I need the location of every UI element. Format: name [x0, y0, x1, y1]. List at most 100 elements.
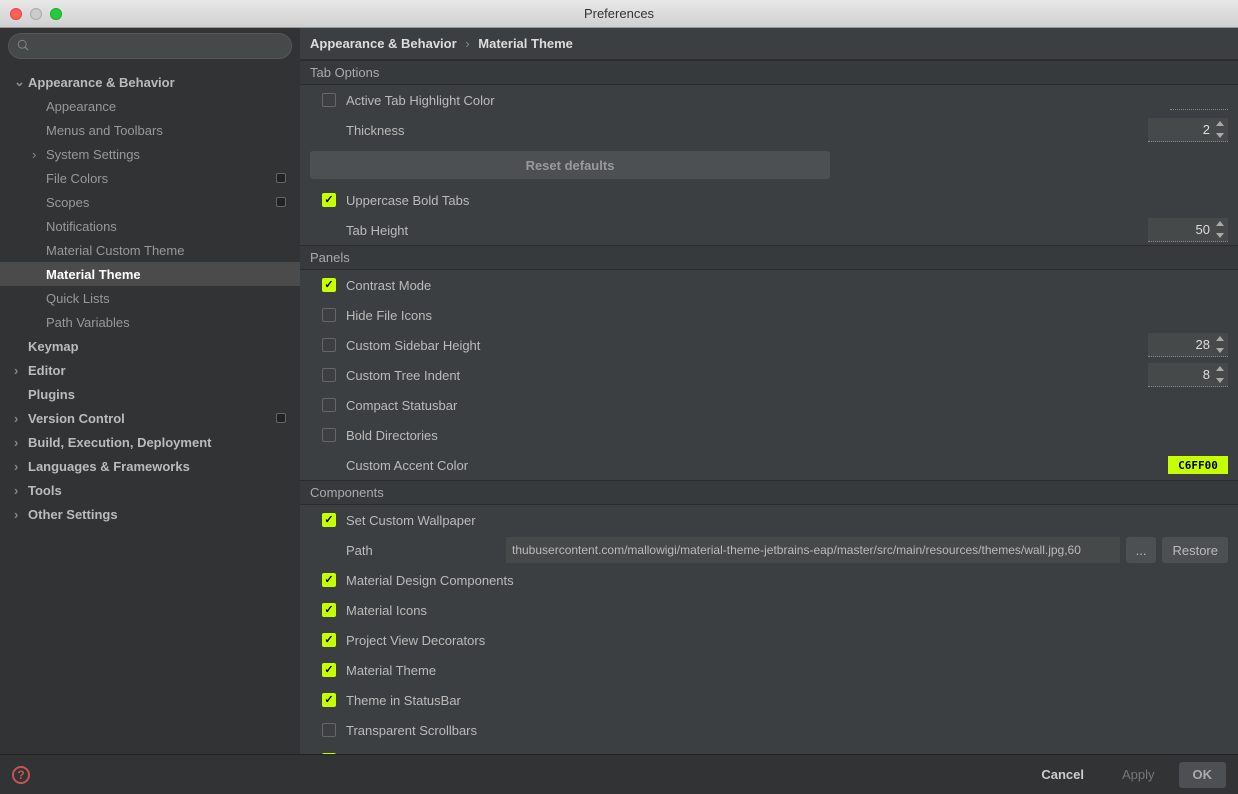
checkbox-sidebar-height[interactable]	[322, 338, 336, 352]
project-settings-icon	[276, 197, 286, 207]
sidebar-item-languages-frameworks[interactable]: ›Languages & Frameworks	[0, 454, 300, 478]
label-compact-statusbar: Compact Statusbar	[346, 398, 1228, 413]
minimize-icon[interactable]	[30, 8, 42, 20]
chevron-right-icon: ›	[14, 507, 24, 522]
sidebar-height-spinner[interactable]: 28	[1148, 333, 1228, 357]
sidebar-item-path-variables[interactable]: Path Variables	[0, 310, 300, 334]
row-material-theme: Material Theme	[300, 655, 1238, 685]
row-thickness: Thickness 2	[300, 115, 1238, 145]
sidebar-item-material-custom-theme[interactable]: Material Custom Theme	[0, 238, 300, 262]
label-set-wallpaper: Set Custom Wallpaper	[346, 513, 1228, 528]
apply-button[interactable]: Apply	[1108, 762, 1169, 788]
help-icon[interactable]: ?	[12, 766, 30, 784]
restore-button[interactable]: Restore	[1162, 537, 1228, 563]
search-container	[0, 28, 300, 64]
checkbox-material-theme[interactable]	[322, 663, 336, 677]
sidebar-item-other-settings[interactable]: › Other Settings	[0, 502, 300, 526]
label-tab-height: Tab Height	[346, 223, 1148, 238]
sidebar-item-label: Editor	[28, 363, 300, 378]
sidebar-item-version-control[interactable]: ›Version Control	[0, 406, 300, 430]
checkbox-transparent-scrollbars[interactable]	[322, 723, 336, 737]
tab-height-spinner[interactable]: 50	[1148, 218, 1228, 242]
settings-scroll[interactable]: Tab Options Active Tab Highlight Color T…	[300, 60, 1238, 754]
chevron-down-icon: ⌄	[14, 74, 24, 90]
chevron-right-icon: ›	[14, 435, 24, 450]
accent-color-swatch[interactable]: C6FF00	[1168, 456, 1228, 474]
checkbox-material-components[interactable]	[322, 573, 336, 587]
sidebar-item-keymap[interactable]: Keymap	[0, 334, 300, 358]
sidebar-item-label: File Colors	[46, 171, 276, 186]
label-material-icons: Material Icons	[346, 603, 1228, 618]
sidebar: ⌄ Appearance & Behavior AppearanceMenus an…	[0, 28, 300, 754]
row-active-tab-highlight: Active Tab Highlight Color	[300, 85, 1238, 115]
wallpaper-path-input[interactable]	[506, 537, 1120, 563]
sidebar-item-label: System Settings	[46, 147, 300, 162]
chevron-right-icon: ›	[14, 363, 24, 378]
color-swatch-highlight[interactable]	[1170, 90, 1228, 110]
chevron-right-icon: ›	[14, 411, 24, 426]
search-icon	[17, 39, 31, 53]
sidebar-item-label: Keymap	[28, 339, 300, 354]
footer: ? Cancel Apply OK	[0, 754, 1238, 794]
sidebar-item-tools[interactable]: › Tools	[0, 478, 300, 502]
row-transparent-scrollbars: Transparent Scrollbars	[300, 715, 1238, 745]
tree-indent-spinner[interactable]: 8	[1148, 363, 1228, 387]
maximize-icon[interactable]	[50, 8, 62, 20]
sidebar-item-build-execution-deployment[interactable]: ›Build, Execution, Deployment	[0, 430, 300, 454]
search-input[interactable]	[8, 33, 292, 59]
browse-button[interactable]: ...	[1126, 537, 1157, 563]
ok-button[interactable]: OK	[1179, 762, 1227, 788]
checkbox-hide-file-icons[interactable]	[322, 308, 336, 322]
checkbox-material-icons[interactable]	[322, 603, 336, 617]
close-icon[interactable]	[10, 8, 22, 20]
sidebar-item-file-colors[interactable]: File Colors	[0, 166, 300, 190]
label-sidebar-height: Custom Sidebar Height	[346, 338, 1148, 353]
label-material-components: Material Design Components	[346, 573, 1228, 588]
checkbox-contrast-mode[interactable]	[322, 278, 336, 292]
chevron-right-icon: ›	[14, 483, 24, 498]
sidebar-item-appearance[interactable]: Appearance	[0, 94, 300, 118]
checkbox-compact-statusbar[interactable]	[322, 398, 336, 412]
checkbox-active-tab-highlight[interactable]	[322, 93, 336, 107]
content-pane: Appearance & Behavior › Material Theme T…	[300, 28, 1238, 754]
checkbox-bold-directories[interactable]	[322, 428, 336, 442]
checkbox-theme-statusbar[interactable]	[322, 693, 336, 707]
thickness-spinner[interactable]: 2	[1148, 118, 1228, 142]
sidebar-item-editor[interactable]: › Editor	[0, 358, 300, 382]
titlebar: Preferences	[0, 0, 1238, 28]
project-settings-icon	[276, 413, 286, 423]
sidebar-item-label: Tools	[28, 483, 300, 498]
window-title: Preferences	[584, 6, 654, 21]
sidebar-item-label: Path Variables	[46, 315, 300, 330]
checkbox-uppercase-tabs[interactable]	[322, 193, 336, 207]
search-field[interactable]	[35, 39, 283, 53]
label-project-decorators: Project View Decorators	[346, 633, 1228, 648]
reset-defaults-button[interactable]: Reset defaults	[310, 151, 830, 179]
checkbox-tree-indent[interactable]	[322, 368, 336, 382]
sidebar-item-system-settings[interactable]: ›System Settings	[0, 142, 300, 166]
section-panels: Panels	[300, 245, 1238, 270]
sidebar-item-label: Material Theme	[46, 267, 300, 282]
breadcrumb: Appearance & Behavior › Material Theme	[300, 28, 1238, 60]
breadcrumb-a[interactable]: Appearance & Behavior	[310, 36, 457, 51]
row-material-components: Material Design Components	[300, 565, 1238, 595]
label-tree-indent: Custom Tree Indent	[346, 368, 1148, 383]
window-controls	[0, 8, 62, 20]
sidebar-item-label: Other Settings	[28, 507, 300, 522]
sidebar-item-quick-lists[interactable]: Quick Lists	[0, 286, 300, 310]
sidebar-item-label: Appearance & Behavior	[28, 75, 300, 90]
sidebar-item-notifications[interactable]: Notifications	[0, 214, 300, 238]
cancel-button[interactable]: Cancel	[1027, 762, 1098, 788]
checkbox-project-decorators[interactable]	[322, 633, 336, 647]
sidebar-item-appearance-behavior[interactable]: ⌄ Appearance & Behavior	[0, 70, 300, 94]
sidebar-item-scopes[interactable]: Scopes	[0, 190, 300, 214]
sidebar-item-material-theme[interactable]: Material Theme	[0, 262, 300, 286]
label-active-tab-highlight: Active Tab Highlight Color	[346, 93, 1170, 108]
label-accent-color: Custom Accent Color	[346, 458, 1168, 473]
row-accent-scrollbars: Accent Scrollbars	[300, 745, 1238, 754]
chevron-right-icon: ›	[14, 459, 24, 474]
label-path: Path	[346, 543, 506, 558]
sidebar-item-menus-and-toolbars[interactable]: Menus and Toolbars	[0, 118, 300, 142]
sidebar-item-plugins[interactable]: Plugins	[0, 382, 300, 406]
checkbox-set-wallpaper[interactable]	[322, 513, 336, 527]
